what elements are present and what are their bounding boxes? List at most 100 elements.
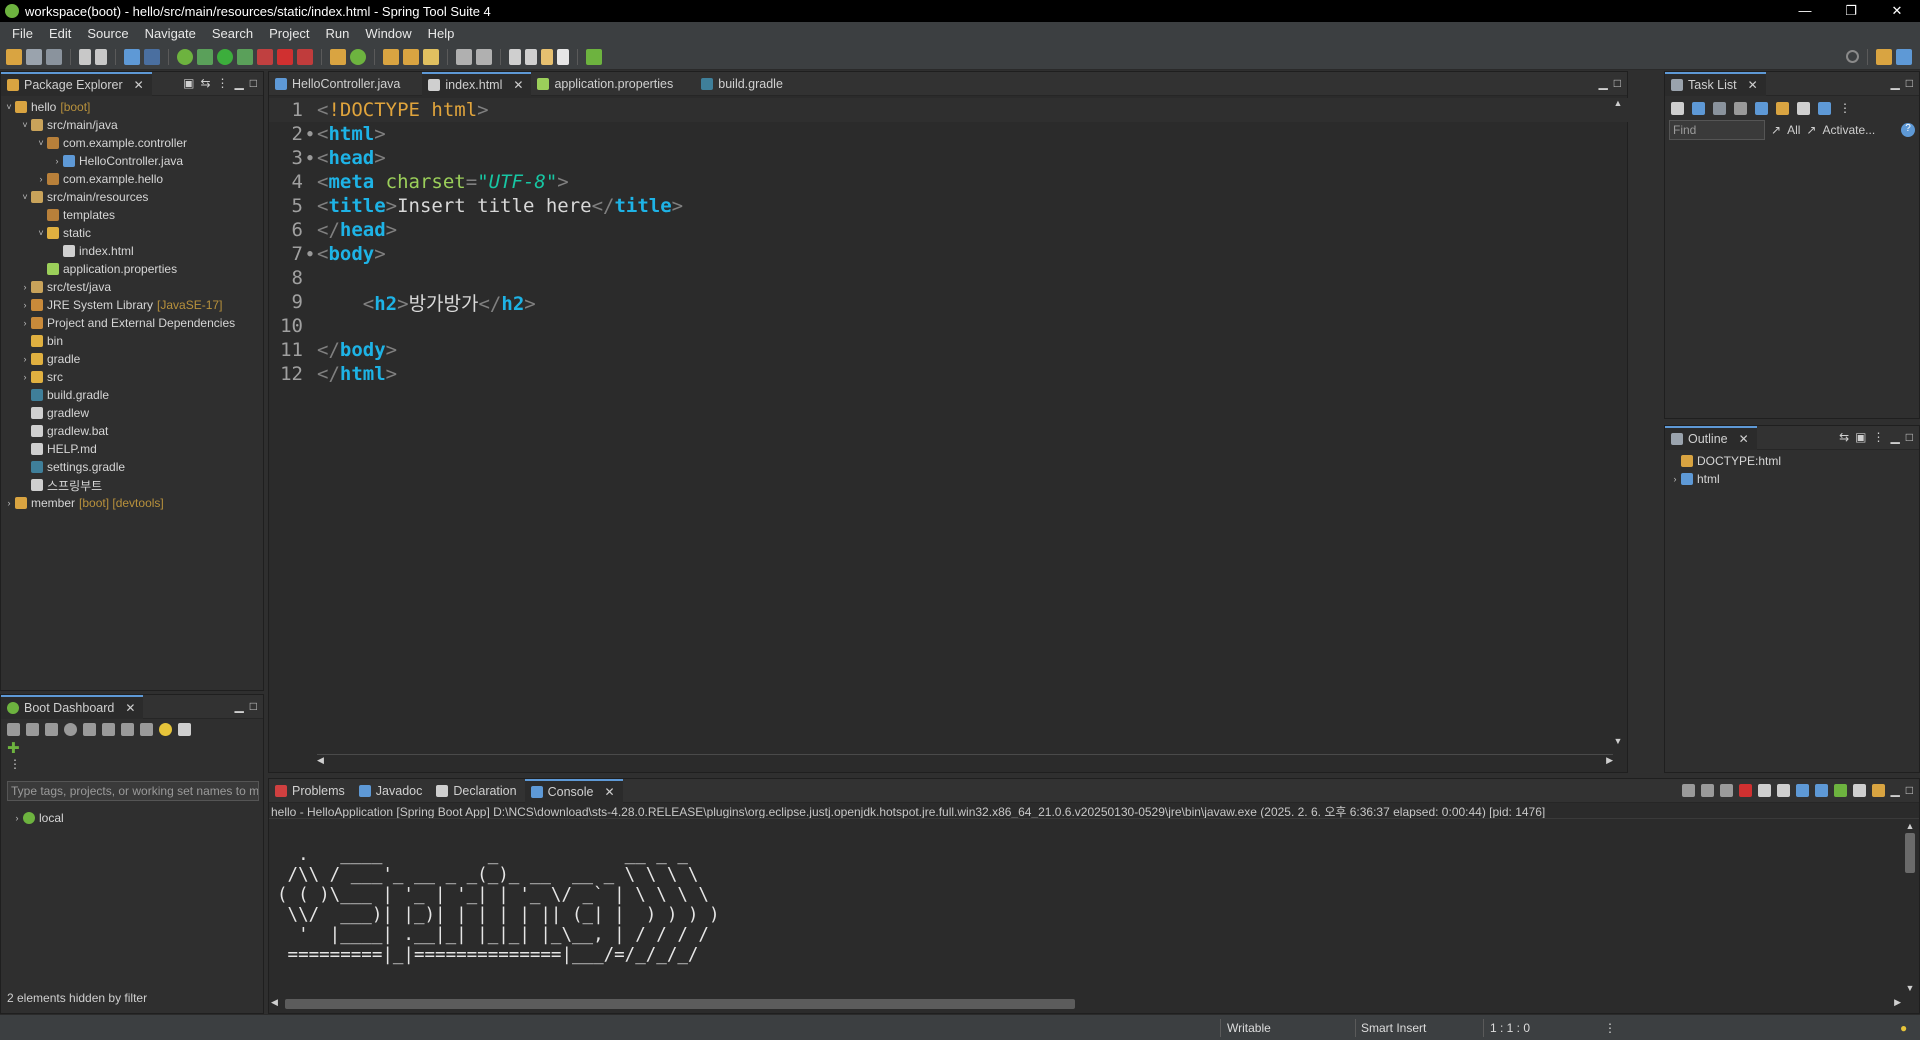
show-on-output-icon[interactable] bbox=[1814, 783, 1828, 797]
chevron-right-icon[interactable]: › bbox=[19, 318, 31, 328]
tree-item[interactable]: › src bbox=[1, 368, 263, 386]
tree-item[interactable]: ˅ hello [boot] bbox=[1, 98, 263, 116]
new-task-icon[interactable] bbox=[1671, 101, 1684, 115]
tab-package-explorer[interactable]: Package Explorer ✕ bbox=[1, 71, 152, 96]
tree-item[interactable]: application.properties bbox=[1, 260, 263, 278]
console-horizontal-scrollbar[interactable]: ◀ ▶ bbox=[271, 997, 1901, 1011]
chevron-right-icon[interactable]: › bbox=[35, 174, 47, 184]
add-target-icon[interactable]: ✚ bbox=[1, 739, 263, 757]
console-tab[interactable]: Problems bbox=[269, 779, 353, 803]
fold-toggle-icon[interactable]: ● bbox=[305, 129, 315, 139]
chevron-right-icon[interactable]: › bbox=[51, 156, 63, 166]
chevron-right-icon[interactable]: › bbox=[19, 300, 31, 310]
new-class-icon[interactable] bbox=[350, 48, 366, 65]
editor-tab[interactable]: application.properties bbox=[531, 72, 681, 96]
link-editor-icon[interactable]: ⇆ bbox=[200, 76, 210, 90]
menu-search[interactable]: Search bbox=[204, 26, 261, 41]
stop-app-icon[interactable] bbox=[45, 722, 58, 736]
remove-all-icon[interactable] bbox=[1719, 783, 1733, 797]
view-menu-icon[interactable]: ⋮ bbox=[1873, 430, 1885, 444]
outline-item[interactable]: DOCTYPE:html bbox=[1665, 452, 1919, 470]
code-line[interactable]: 1 <!DOCTYPE html> bbox=[269, 98, 1629, 122]
new-icon[interactable] bbox=[6, 48, 22, 65]
view-menu-icon[interactable]: ⋮ bbox=[217, 76, 229, 90]
tab-boot-dashboard[interactable]: Boot Dashboard ✕ bbox=[1, 694, 144, 719]
tree-item[interactable]: index.html bbox=[1, 242, 263, 260]
tree-item[interactable]: templates bbox=[1, 206, 263, 224]
close-icon[interactable]: ✕ bbox=[125, 701, 135, 715]
tree-item[interactable]: › HelloController.java bbox=[1, 152, 263, 170]
maximize-view-icon[interactable]: □ bbox=[1614, 76, 1621, 90]
close-icon[interactable]: ✕ bbox=[1748, 78, 1758, 92]
annotation-icon[interactable] bbox=[456, 48, 472, 65]
skip-breakpoints-icon[interactable] bbox=[144, 48, 160, 65]
console-tab[interactable]: Declaration bbox=[430, 779, 524, 803]
open-type-icon[interactable] bbox=[383, 48, 399, 65]
fold-toggle-icon[interactable]: ● bbox=[305, 249, 315, 259]
menu-file[interactable]: File bbox=[4, 26, 41, 41]
save-icon[interactable] bbox=[26, 48, 42, 65]
scroll-left-icon[interactable]: ◀ bbox=[317, 755, 324, 766]
pin-console-icon[interactable] bbox=[1681, 783, 1695, 797]
stop-icon[interactable] bbox=[277, 48, 293, 65]
sync-icon[interactable] bbox=[1818, 101, 1831, 115]
minimize-view-icon[interactable]: ▁ bbox=[1891, 430, 1900, 444]
scroll-right-icon[interactable]: ▶ bbox=[1894, 997, 1901, 1008]
editor-tab[interactable]: HelloController.java bbox=[269, 72, 408, 96]
scroll-right-icon[interactable]: ▶ bbox=[1606, 755, 1613, 766]
forward-history-icon[interactable] bbox=[525, 48, 537, 65]
relaunch-icon[interactable] bbox=[297, 48, 313, 65]
tab-task-list[interactable]: Task List ✕ bbox=[1665, 71, 1766, 96]
chevron-down-icon[interactable]: ˅ bbox=[35, 228, 47, 238]
editor-tab[interactable]: build.gradle bbox=[695, 72, 791, 96]
boot-filter-input[interactable]: Type tags, projects, or working set name… bbox=[7, 781, 259, 801]
filter-icon[interactable] bbox=[178, 722, 191, 736]
activate-link[interactable]: Activate... bbox=[1822, 123, 1875, 137]
menu-source[interactable]: Source bbox=[79, 26, 136, 41]
tree-item[interactable]: gradlew bbox=[1, 404, 263, 422]
tree-item[interactable]: 스프링부트 bbox=[1, 476, 263, 494]
tree-item[interactable]: ˅ src/main/java bbox=[1, 116, 263, 134]
menu-navigate[interactable]: Navigate bbox=[137, 26, 204, 41]
spring-perspective-icon[interactable] bbox=[1896, 48, 1912, 65]
close-icon[interactable]: ✕ bbox=[134, 78, 144, 92]
link-editor-icon[interactable]: ⇆ bbox=[1839, 430, 1849, 444]
chevron-down-icon[interactable]: ˅ bbox=[35, 138, 47, 148]
code-line[interactable]: 6 </head> bbox=[269, 218, 1629, 242]
redo-icon[interactable] bbox=[95, 48, 107, 65]
scroll-up-icon[interactable]: ▲ bbox=[1903, 821, 1917, 831]
properties-icon[interactable] bbox=[140, 722, 153, 736]
maximize-view-icon[interactable]: □ bbox=[250, 76, 257, 90]
focus-icon[interactable] bbox=[1734, 101, 1747, 115]
terminal-icon[interactable] bbox=[124, 48, 140, 65]
tree-item[interactable]: ˅ static bbox=[1, 224, 263, 242]
code-line[interactable]: 5 <title>Insert title here</title> bbox=[269, 194, 1629, 218]
back-arrow-icon[interactable] bbox=[541, 48, 553, 65]
view-menu-icon[interactable]: ⋮ bbox=[1839, 101, 1851, 115]
code-line[interactable]: 10 bbox=[269, 314, 1629, 338]
chevron-down-icon[interactable]: ˅ bbox=[19, 120, 31, 130]
save-all-icon[interactable] bbox=[46, 48, 62, 65]
list-item[interactable]: › local bbox=[1, 809, 263, 827]
code-line[interactable]: 11 </body> bbox=[269, 338, 1629, 362]
start-icon[interactable] bbox=[7, 722, 20, 736]
open-task-icon[interactable] bbox=[403, 48, 419, 65]
tree-item[interactable]: › gradle bbox=[1, 350, 263, 368]
tree-item[interactable]: › src/test/java bbox=[1, 278, 263, 296]
collapse-all-icon[interactable]: ▣ bbox=[1855, 430, 1866, 444]
collapse-icon[interactable] bbox=[1797, 101, 1810, 115]
chevron-right-icon[interactable]: › bbox=[1669, 474, 1681, 484]
menu-help[interactable]: Help bbox=[420, 26, 463, 41]
java-perspective-icon[interactable] bbox=[1876, 48, 1892, 65]
debug-start-icon[interactable] bbox=[26, 722, 39, 736]
chevron-right-icon[interactable]: › bbox=[11, 813, 23, 823]
tree-item[interactable]: build.gradle bbox=[1, 386, 263, 404]
tree-item[interactable]: › Project and External Dependencies bbox=[1, 314, 263, 332]
debug-icon[interactable] bbox=[197, 48, 213, 65]
outline-item[interactable]: › html bbox=[1665, 470, 1919, 488]
vertical-scrollbar[interactable]: ▲ ▼ bbox=[1611, 98, 1625, 746]
remove-launch-icon[interactable] bbox=[1700, 783, 1714, 797]
scroll-thumb[interactable] bbox=[285, 999, 1075, 1009]
external-tools-icon[interactable] bbox=[257, 48, 273, 65]
code-line[interactable]: 7 ● <body> bbox=[269, 242, 1629, 266]
